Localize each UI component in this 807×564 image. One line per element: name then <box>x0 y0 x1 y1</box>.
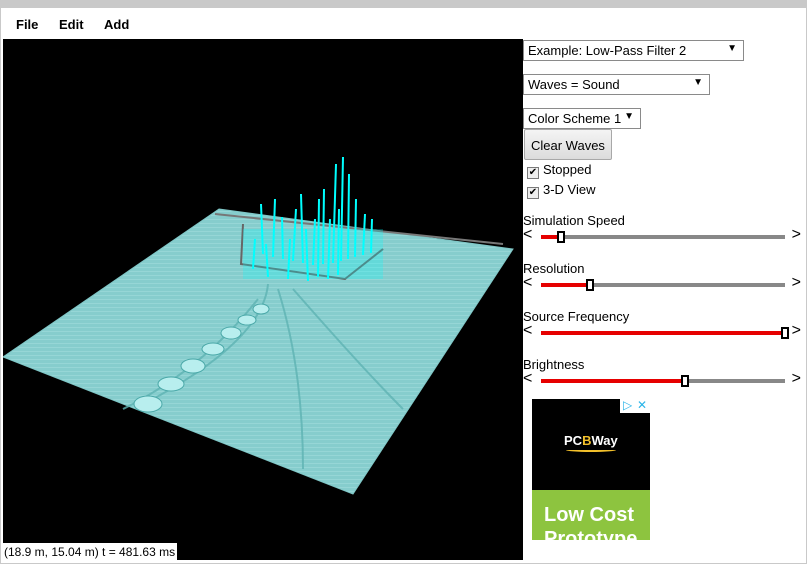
slider-thumb[interactable] <box>556 231 565 243</box>
slider-thumb[interactable] <box>585 279 594 291</box>
chevron-left-icon[interactable]: < <box>523 275 532 291</box>
menu-add[interactable]: Add <box>104 17 129 32</box>
chevron-left-icon[interactable]: < <box>523 323 532 339</box>
slider-track[interactable] <box>541 375 785 387</box>
example-select-value: Example: Low-Pass Filter 2 <box>528 43 687 58</box>
example-select[interactable]: Example: Low-Pass Filter 2 ▼ <box>523 40 744 61</box>
spike-cluster <box>243 229 383 279</box>
chevron-left-icon[interactable]: < <box>523 371 532 387</box>
advertisement[interactable]: PCBWay Low Cost Prototype ▷ ✕ <box>532 399 650 540</box>
waves-select[interactable]: Waves = Sound ▼ <box>523 74 710 95</box>
resolution-label: Resolution <box>523 261 585 276</box>
waves-select-value: Waves = Sound <box>528 77 620 92</box>
chevron-left-icon[interactable]: < <box>523 227 532 243</box>
color-scheme-value: Color Scheme 1 <box>528 111 622 126</box>
checkmark-icon: ✔ <box>527 187 539 199</box>
dropdown-arrow-icon: ▼ <box>624 111 634 122</box>
ad-logo-part: PC <box>564 433 583 448</box>
stopped-checkbox[interactable]: ✔ Stopped <box>527 162 592 179</box>
ad-choices[interactable]: ▷ ✕ <box>620 399 650 413</box>
ad-close-icon[interactable]: ✕ <box>637 399 647 412</box>
ad-headline: Low Cost Prototype <box>544 504 638 540</box>
chevron-right-icon[interactable]: > <box>792 227 801 243</box>
source-frequency-slider[interactable]: < > <box>523 323 803 340</box>
dropdown-arrow-icon: ▼ <box>693 77 703 88</box>
ad-logo: PCBWay <box>564 433 618 448</box>
adchoices-icon[interactable]: ▷ <box>623 399 632 412</box>
brightness-label: Brightness <box>523 357 585 372</box>
chevron-right-icon[interactable]: > <box>792 371 801 387</box>
menu-edit[interactable]: Edit <box>59 17 84 32</box>
slider-fill <box>541 379 685 383</box>
simulation-speed-label: Simulation Speed <box>523 213 625 228</box>
clear-waves-button[interactable]: Clear Waves <box>524 129 612 160</box>
simulation-canvas[interactable]: (18.9 m, 15.04 m) t = 481.63 ms <box>3 39 523 560</box>
checkmark-icon: ✔ <box>527 167 539 179</box>
slider-thumb[interactable] <box>781 327 789 339</box>
slider-thumb[interactable] <box>680 375 689 387</box>
color-scheme-select[interactable]: Color Scheme 1 ▼ <box>523 108 641 129</box>
slider-track[interactable] <box>541 279 785 291</box>
slider-track[interactable] <box>541 327 789 339</box>
resolution-slider[interactable]: < > <box>523 275 803 292</box>
view-3d-checkbox[interactable]: ✔ 3-D View <box>527 182 596 199</box>
ad-logo-swoosh <box>566 448 616 452</box>
menu-file[interactable]: File <box>16 17 38 32</box>
simulation-speed-slider[interactable]: < > <box>523 227 803 244</box>
menu-bar: File Edit Add <box>3 9 803 39</box>
status-coordinates: (18.9 m, 15.04 m) t = 481.63 ms <box>3 543 178 560</box>
slider-fill <box>541 283 590 287</box>
view-3d-label: 3-D View <box>543 182 596 197</box>
chevron-right-icon[interactable]: > <box>792 323 801 339</box>
chevron-right-icon[interactable]: > <box>792 275 801 291</box>
source-frequency-label: Source Frequency <box>523 309 630 324</box>
stopped-label: Stopped <box>543 162 592 177</box>
wave-3d-view <box>3 156 514 495</box>
dropdown-arrow-icon: ▼ <box>727 43 737 54</box>
brightness-slider[interactable]: < > <box>523 371 803 388</box>
ad-logo-part: Way <box>591 433 618 448</box>
slider-track[interactable] <box>541 231 785 243</box>
slider-fill <box>541 331 785 335</box>
